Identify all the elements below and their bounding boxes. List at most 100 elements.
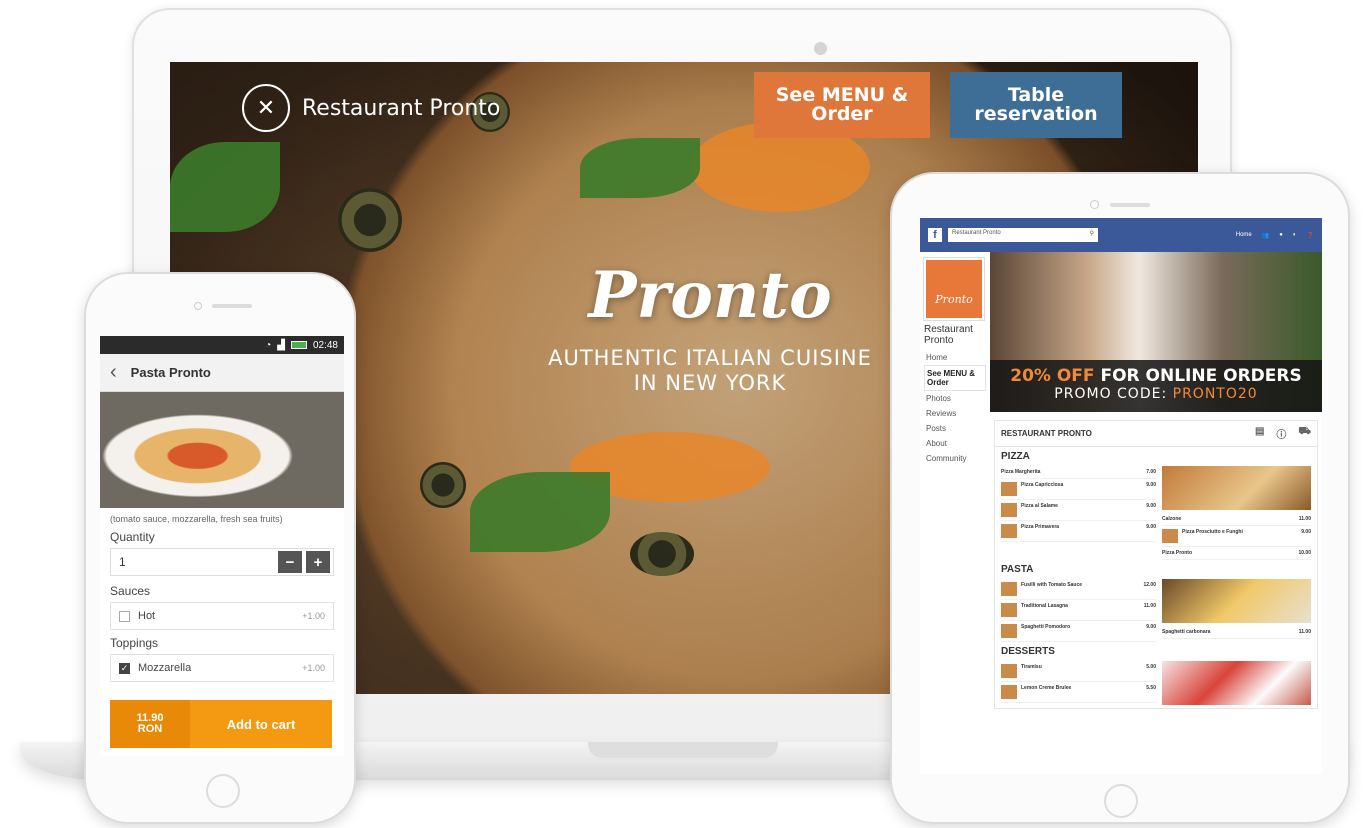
phone-screen: ◔ ▟ 02:48 ‹ Pasta Pronto (tomato sauce, … xyxy=(100,336,344,756)
menu-item[interactable]: Pizza Margherita 7.00 xyxy=(1001,466,1156,479)
nav-reviews[interactable]: Reviews xyxy=(924,406,986,421)
item-price: 9.00 xyxy=(1146,503,1156,509)
item-price: 9.00 xyxy=(1146,624,1156,630)
promo-code-line: PROMO CODE: PRONTO20 xyxy=(990,386,1322,402)
item-price: 9.00 xyxy=(1301,529,1311,535)
facebook-sidebar: Pronto Restaurant Pronto Home See MENU &… xyxy=(920,252,990,709)
hero-subtitle-line1: AUTHENTIC ITALIAN CUISINE xyxy=(548,346,872,370)
menu-item[interactable]: Pizza al Salame 9.00 xyxy=(1001,500,1156,521)
add-to-cart-button[interactable]: 11.90 RON Add to cart xyxy=(110,700,332,748)
item-price: 12.00 xyxy=(1143,582,1156,588)
item-name: Pizza Primavera xyxy=(1021,524,1060,530)
item-thumbnail xyxy=(1001,685,1017,699)
friends-icon[interactable]: 👥 xyxy=(1262,232,1269,239)
cart-price: 11.90 RON xyxy=(110,700,190,748)
olive-decoration xyxy=(630,532,694,576)
tablet-home-button xyxy=(1104,784,1138,818)
item-name: Spaghetti Pomodoro xyxy=(1021,624,1071,630)
messages-icon[interactable]: ● xyxy=(1279,232,1283,238)
option-label: Hot xyxy=(138,610,156,622)
promo-headline: 20% OFF FOR ONLINE ORDERS xyxy=(990,366,1322,386)
promo-code: PRONTO20 xyxy=(1172,386,1258,402)
cart-icon[interactable]: ⛟ xyxy=(1298,426,1311,441)
checkbox[interactable] xyxy=(119,610,130,622)
quantity-input[interactable]: 1 xyxy=(119,555,126,569)
item-price: 11.00 xyxy=(1298,629,1311,635)
dessert-items: Tiramisu 5.00 Lemon Creme Brulee 5.50 xyxy=(995,661,1317,708)
facebook-logo-icon[interactable]: f xyxy=(928,228,942,242)
settings-icon[interactable]: ❓ xyxy=(1307,232,1314,239)
menu-title: RESTAURANT PRONTO xyxy=(1001,429,1092,438)
item-price: 5.50 xyxy=(1146,685,1156,691)
back-arrow-icon[interactable]: ‹ xyxy=(110,361,117,384)
fork-knife-icon: ✕ xyxy=(242,84,290,132)
nav-posts[interactable]: Posts xyxy=(924,421,986,436)
nav-menu-order[interactable]: See MENU & Order xyxy=(924,365,986,391)
pizza-list: Pizza Margherita 7.00 Pizza Capricciosa 9.… xyxy=(1001,466,1156,560)
tablet-frame: f Restaurant Pronto ⚲ Home 👥 ● ◐ ❓ Pront… xyxy=(890,172,1350,824)
item-thumbnail xyxy=(1001,524,1017,538)
promo-banner: 20% OFF FOR ONLINE ORDERS PROMO CODE: PR… xyxy=(990,360,1322,412)
sauces-label: Sauces xyxy=(110,584,151,598)
status-bar: ◔ ▟ 02:48 xyxy=(100,336,344,354)
see-menu-order-button[interactable]: See MENU & Order xyxy=(754,72,930,138)
menu-item[interactable]: Pizza Pronto 10.00 xyxy=(1162,547,1311,560)
menu-item[interactable]: Spaghetti Pomodoro 9.00 xyxy=(1001,621,1156,642)
menu-item[interactable]: Fusilli with Tomato Sauce 12.00 xyxy=(1001,579,1156,600)
pizza-items: Pizza Margherita 7.00 Pizza Capricciosa 9.… xyxy=(995,466,1317,560)
menu-item[interactable]: Spaghetti carbonara 11.00 xyxy=(1162,626,1311,639)
promo-code-label: PROMO CODE: xyxy=(1054,386,1173,402)
arugula-decoration xyxy=(470,472,610,552)
menu-item[interactable]: Lemon Creme Brulee 5.50 xyxy=(1001,682,1156,703)
menu-item[interactable]: Pizza Primavera 9.00 xyxy=(1001,521,1156,542)
pasta-list: Fusilli with Tomato Sauce 12.00 Tradition… xyxy=(1001,579,1156,642)
item-name: Lemon Creme Brulee xyxy=(1021,685,1072,691)
pizza-photo xyxy=(1162,466,1311,510)
category-desserts: DESSERTS xyxy=(1001,646,1055,657)
arugula-decoration xyxy=(580,138,700,198)
checkbox-checked[interactable]: ✓ xyxy=(119,662,130,674)
item-name: Pizza al Salame xyxy=(1021,503,1058,509)
info-icon[interactable]: ⓘ xyxy=(1276,426,1286,441)
nav-about[interactable]: About xyxy=(924,436,986,451)
status-time: 02:48 xyxy=(312,339,338,351)
nav-home[interactable]: Home xyxy=(924,350,986,365)
dessert-photo xyxy=(1162,661,1311,705)
item-name: Pizza Capricciosa xyxy=(1021,482,1064,488)
nav-community[interactable]: Community xyxy=(924,451,986,466)
laptop-camera xyxy=(814,42,827,55)
phone-frame: ◔ ▟ 02:48 ‹ Pasta Pronto (tomato sauce, … xyxy=(84,272,356,824)
menu-header-icons: ▤ ⓘ ⛟ xyxy=(1255,426,1311,441)
menu-item[interactable]: Tiramisu 5.00 xyxy=(1001,661,1156,682)
sauce-option-hot[interactable]: Hot +1.00 xyxy=(110,602,334,630)
item-price: 5.00 xyxy=(1146,664,1156,670)
item-name: Pizza Margherita xyxy=(1001,469,1041,475)
menu-item[interactable]: Pizza Capricciosa 9.00 xyxy=(1001,479,1156,500)
item-description: (tomato sauce, mozzarella, fresh sea fru… xyxy=(110,514,283,524)
facebook-search-input[interactable]: Restaurant Pronto ⚲ xyxy=(948,228,1098,242)
menu-header: RESTAURANT PRONTO ▤ ⓘ ⛟ xyxy=(995,421,1317,447)
table-reservation-button[interactable]: Table reservation xyxy=(950,72,1122,138)
home-link[interactable]: Home xyxy=(1236,232,1252,238)
phone-speaker xyxy=(212,304,252,308)
menu-book-icon[interactable]: ▤ xyxy=(1255,426,1264,441)
item-name: Traditional Lasagna xyxy=(1021,603,1068,609)
brand[interactable]: ✕ Restaurant Pronto xyxy=(242,84,500,132)
page-avatar[interactable]: Pronto xyxy=(924,258,984,320)
facebook-page-body: Pronto Restaurant Pronto Home See MENU &… xyxy=(920,252,1322,709)
category-pasta: PASTA xyxy=(1001,564,1034,575)
menu-item[interactable]: Pizza Prosciutto e Funghi 9.00 xyxy=(1162,526,1311,547)
item-price: 11.00 xyxy=(1143,603,1156,609)
topping-option-mozzarella[interactable]: ✓ Mozzarella +1.00 xyxy=(110,654,334,682)
decrease-button[interactable]: − xyxy=(278,551,302,573)
item-name: Tiramisu xyxy=(1021,664,1042,670)
nav-photos[interactable]: Photos xyxy=(924,391,986,406)
increase-button[interactable]: + xyxy=(306,551,330,573)
item-price: 7.00 xyxy=(1146,469,1156,475)
menu-item[interactable]: Calzone 11.00 xyxy=(1162,513,1311,526)
battery-icon xyxy=(290,341,307,349)
arugula-decoration xyxy=(170,142,280,232)
globe-icon[interactable]: ◐ xyxy=(1293,232,1297,238)
pasta-photo xyxy=(1162,579,1311,623)
menu-item[interactable]: Traditional Lasagna 11.00 xyxy=(1001,600,1156,621)
